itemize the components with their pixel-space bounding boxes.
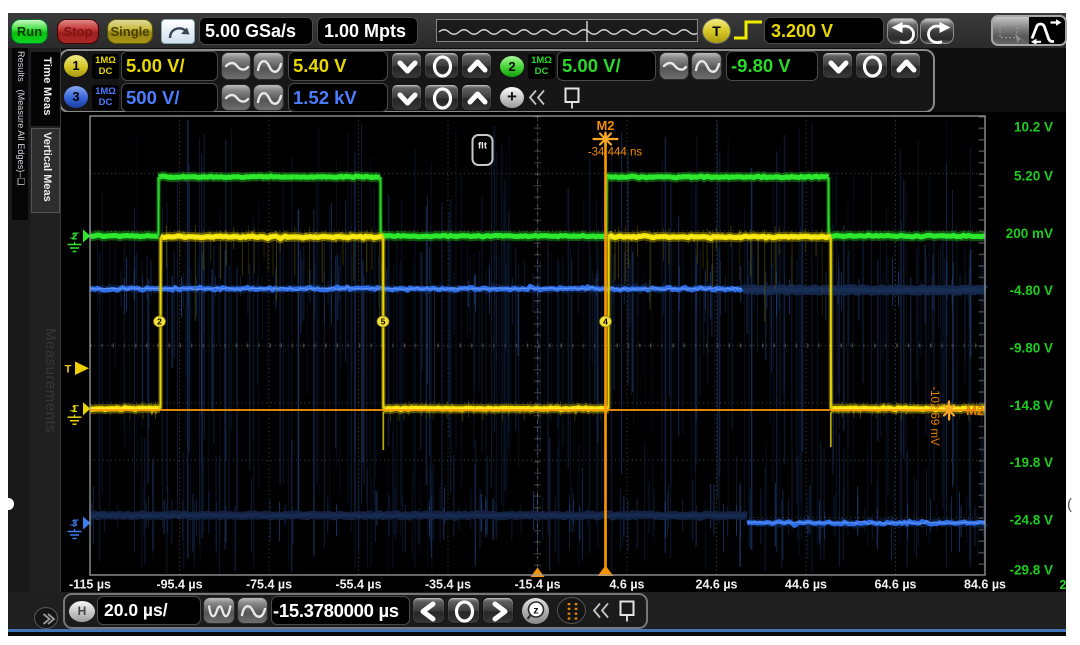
svg-text:5: 5: [381, 317, 386, 327]
svg-text:-29.8 V: -29.8 V: [1009, 563, 1053, 578]
svg-text:T: T: [65, 364, 72, 376]
svg-text:2: 2: [1060, 578, 1066, 592]
svg-text:-19.8 V: -19.8 V: [1009, 455, 1053, 470]
svg-text:M2: M2: [966, 403, 984, 418]
svg-text:-9.80 V: -9.80 V: [1009, 341, 1053, 356]
svg-text:M2: M2: [596, 118, 614, 133]
svg-text:-4.80 V: -4.80 V: [1009, 283, 1053, 298]
svg-text:-75.4 µs: -75.4 µs: [246, 578, 292, 592]
svg-text:-15.4 µs: -15.4 µs: [514, 578, 560, 592]
svg-text:flt: flt: [478, 141, 488, 152]
svg-text:10.2 V: 10.2 V: [1014, 120, 1053, 135]
svg-text:-35.4 µs: -35.4 µs: [425, 578, 471, 592]
svg-text:44.6 µs: 44.6 µs: [785, 578, 827, 592]
svg-text:-115 µs: -115 µs: [69, 578, 111, 592]
svg-text:-14.8 V: -14.8 V: [1009, 398, 1053, 413]
svg-text:-95.4 µs: -95.4 µs: [156, 578, 202, 592]
svg-text:z: z: [533, 605, 538, 617]
svg-text:64.6 µs: 64.6 µs: [875, 578, 917, 592]
svg-text:5.20 V: 5.20 V: [1014, 169, 1053, 184]
svg-text:-34.444 ns: -34.444 ns: [588, 147, 643, 159]
svg-text:-24.8 V: -24.8 V: [1009, 513, 1053, 528]
svg-text:84.6 µs: 84.6 µs: [964, 578, 1006, 592]
svg-text:200 mV: 200 mV: [1006, 226, 1053, 241]
svg-text:4: 4: [603, 317, 608, 327]
svg-text:-55.4 µs: -55.4 µs: [335, 578, 381, 592]
svg-text:24.6 µs: 24.6 µs: [696, 578, 738, 592]
svg-text:2: 2: [157, 317, 162, 327]
svg-text:-102.69 mV: -102.69 mV: [928, 386, 940, 446]
svg-text:4.6 µs: 4.6 µs: [609, 578, 644, 592]
